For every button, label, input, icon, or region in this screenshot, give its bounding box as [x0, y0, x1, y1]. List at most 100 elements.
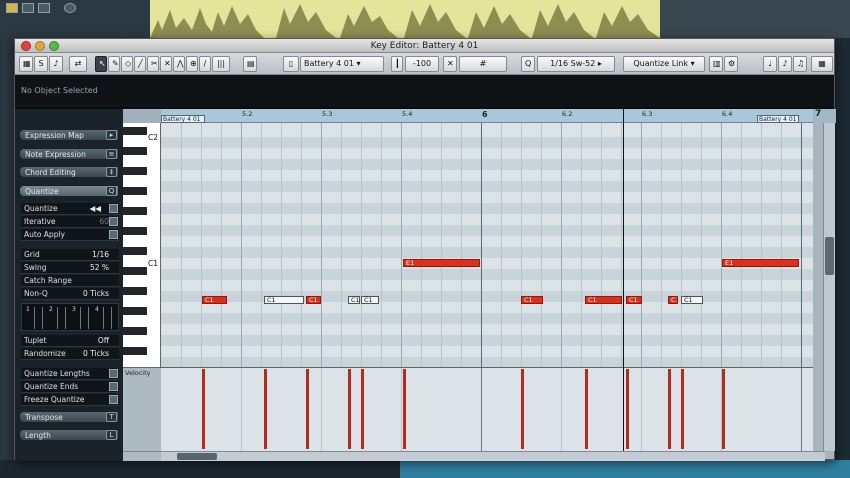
iterative-row[interactable]: Iterative 60 — [21, 216, 119, 228]
meter-icon[interactable]: ▥ — [709, 56, 723, 72]
velocity-bar[interactable] — [403, 369, 406, 449]
part-event-left[interactable]: Battery 4 01 — [161, 115, 205, 123]
track-selector[interactable]: Battery 4 01 ▾ — [300, 56, 384, 72]
midi-note[interactable]: C1 — [202, 296, 227, 304]
velocity-bar[interactable] — [722, 369, 725, 449]
quantize-link-select[interactable]: Quantize Link ▾ — [623, 56, 705, 72]
auto-apply-toggle[interactable] — [109, 230, 118, 239]
object-select-tool-icon[interactable]: ↖ — [95, 56, 107, 72]
transform-icon[interactable]: ✕ — [443, 56, 457, 72]
part-list-icon[interactable]: ▯ — [283, 56, 299, 72]
midi-note[interactable]: C1 — [521, 296, 543, 304]
glue-tool-icon[interactable]: ⋀ — [173, 56, 185, 72]
trim-tool-icon[interactable]: ✂ — [147, 56, 159, 72]
quantize-lengths-button[interactable]: Quantize Lengths — [21, 368, 119, 380]
audio-waveform-track[interactable] — [150, 0, 660, 38]
note-alt-icon[interactable]: ♪ — [778, 56, 792, 72]
timeline-ruler[interactable]: Battery 4 01 5.2 5.3 5.4 6 6.2 6.3 6.4 B… — [161, 109, 813, 123]
midi-note[interactable]: C1 — [264, 296, 304, 304]
section-chord-editing[interactable]: Chord Editing ‡ — [19, 166, 119, 178]
velocity-lane-header[interactable]: Velocity — [123, 367, 161, 451]
project-cursor[interactable] — [623, 109, 624, 451]
velocity-bar[interactable] — [521, 369, 524, 449]
scroll-thumb[interactable] — [825, 237, 834, 275]
velocity-bar[interactable] — [361, 369, 364, 449]
keyboard-icon[interactable]: ▤ — [243, 56, 257, 72]
midi-note[interactable]: C1 — [668, 296, 678, 304]
horizontal-scrollbar[interactable] — [161, 451, 825, 461]
iterative-button[interactable] — [109, 217, 118, 226]
auto-apply-row[interactable]: Auto Apply — [21, 229, 119, 241]
close-icon[interactable] — [21, 41, 31, 51]
section-transpose[interactable]: Transpose T — [19, 411, 119, 423]
non-q-row[interactable]: Non-Q 0 Ticks — [21, 288, 119, 300]
midi-note[interactable]: C1 — [585, 296, 622, 304]
quantize-row[interactable]: Quantize ◀◀ — [21, 203, 119, 215]
randomize-row[interactable]: Randomize 0 Ticks — [21, 348, 119, 360]
midi-note[interactable]: E1 — [722, 259, 799, 267]
draw-tool-icon[interactable]: ✎ — [108, 56, 120, 72]
horizontal-scroll-thumb[interactable] — [177, 453, 217, 460]
q-button[interactable]: Q — [521, 56, 535, 72]
acoustic-feedback-icon[interactable]: ♪ — [49, 56, 63, 72]
midi-note[interactable]: C1 — [348, 296, 360, 304]
velocity-bar[interactable] — [348, 369, 351, 449]
zoom-tool-icon[interactable]: ⊕ — [186, 56, 198, 72]
audio-event[interactable] — [400, 460, 850, 478]
inspector-toggle-icon[interactable]: ▦ — [19, 56, 33, 72]
velocity-bar[interactable] — [626, 369, 629, 449]
erase-tool-icon[interactable]: ◇ — [121, 56, 133, 72]
section-expression-map[interactable]: Expression Map ▸ — [19, 129, 119, 141]
mute-tool-icon[interactable]: / — [199, 56, 211, 72]
section-note-expression[interactable]: Note Expression ≡ — [19, 148, 119, 160]
nudge-field[interactable]: -100 — [405, 56, 439, 72]
piano-keyboard[interactable]: C2 C1 — [123, 123, 161, 367]
note-grid[interactable]: E1 E1 C1 C1 C1 C1 C1 C1 C1 C1 C1 C1 — [161, 123, 813, 367]
note-icon[interactable]: ♩ — [763, 56, 777, 72]
grid-tool-icon[interactable]: ||| — [212, 56, 230, 72]
vertical-scrollbar[interactable] — [823, 123, 835, 367]
velocity-bar[interactable] — [202, 369, 205, 449]
minimize-icon[interactable] — [35, 41, 45, 51]
velocity-bar[interactable] — [585, 369, 588, 449]
circle-icon[interactable] — [64, 3, 76, 13]
tuplet-row[interactable]: Tuplet Off — [21, 335, 119, 347]
vertical-zoom-column[interactable] — [813, 123, 823, 367]
reset-icon[interactable]: ◀◀ — [89, 203, 101, 215]
grid-row[interactable]: Grid 1/16 — [21, 249, 119, 261]
settings-icon[interactable]: ⚙ — [724, 56, 738, 72]
freeze-quantize-button[interactable]: Freeze Quantize — [21, 394, 119, 406]
midi-note[interactable]: C1 — [361, 296, 379, 304]
part-event-right[interactable]: Battery 4 01 — [757, 115, 799, 123]
step-input-icon[interactable]: ┃ — [391, 56, 403, 72]
quantize-ends-button[interactable]: Quantize Ends — [21, 381, 119, 393]
velocity-bar[interactable] — [668, 369, 671, 449]
velocity-bar[interactable] — [681, 369, 684, 449]
midi-note[interactable]: C1 — [306, 296, 321, 304]
autoscroll-icon[interactable]: ⇄ — [69, 56, 87, 72]
list-icon[interactable] — [38, 3, 50, 13]
hash-tools[interactable]: # — [459, 56, 507, 72]
velocity-scrollbar[interactable] — [823, 367, 835, 451]
play-icon[interactable] — [109, 204, 118, 213]
velocity-lane[interactable] — [161, 367, 813, 451]
zoom-icon[interactable] — [49, 41, 59, 51]
colors-icon[interactable]: ▦ — [811, 56, 833, 72]
solo-icon[interactable]: S — [34, 56, 48, 72]
swing-row[interactable]: Swing 52 % — [21, 262, 119, 274]
midi-note[interactable]: E1 — [403, 259, 480, 267]
midi-note[interactable]: C1 — [681, 296, 703, 304]
catch-range-row[interactable]: Catch Range — [21, 275, 119, 287]
quantize-grid-display[interactable]: 1 2 3 4 — [21, 303, 119, 331]
line-tool-icon[interactable]: ╱ — [134, 56, 146, 72]
velocity-bar[interactable] — [306, 369, 309, 449]
split-tool-icon[interactable]: ✕ — [160, 56, 172, 72]
window-titlebar[interactable]: Key Editor: Battery 4 01 — [15, 39, 834, 53]
midi-note[interactable]: C1 — [626, 296, 642, 304]
quantize-preset-select[interactable]: 1/16 Sw-52 ▸ — [537, 56, 615, 72]
velocity-bar[interactable] — [264, 369, 267, 449]
folder-icon[interactable] — [22, 3, 34, 13]
record-icon[interactable] — [6, 3, 18, 13]
section-quantize[interactable]: Quantize Q — [19, 185, 119, 197]
note-more-icon[interactable]: ♫ — [793, 56, 807, 72]
